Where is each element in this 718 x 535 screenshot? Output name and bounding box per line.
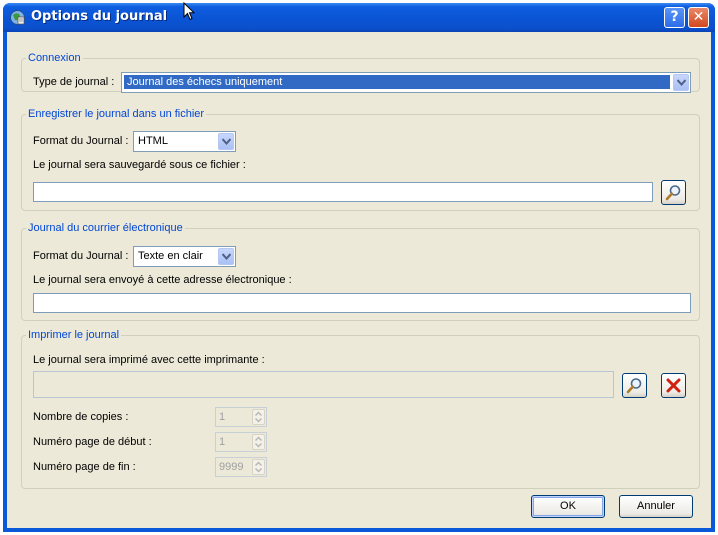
email-format-label: Format du Journal : bbox=[33, 250, 129, 262]
print-legend: Imprimer le journal bbox=[28, 329, 120, 341]
email-format-select[interactable]: Texte en clair bbox=[133, 246, 236, 267]
email-legend: Journal du courrier électronique bbox=[28, 222, 183, 234]
cancel-button[interactable]: Annuler bbox=[619, 495, 693, 518]
file-format-label: Format du Journal : bbox=[33, 135, 129, 147]
file-path-input[interactable] bbox=[33, 182, 653, 202]
copies-value: 1 bbox=[219, 411, 226, 423]
close-button[interactable]: ✕ bbox=[688, 7, 709, 28]
magnifier-icon bbox=[665, 185, 681, 201]
type-select[interactable]: Journal des échecs uniquement bbox=[121, 72, 691, 93]
app-icon bbox=[10, 10, 25, 25]
email-address-label: Le journal sera envoyé à cette adresse é… bbox=[33, 274, 292, 286]
ok-button[interactable]: OK bbox=[531, 495, 605, 518]
spin-updown-icon[interactable] bbox=[252, 434, 265, 450]
spin-updown-icon[interactable] bbox=[252, 409, 265, 425]
end-page-label: Numéro page de fin : bbox=[33, 461, 136, 473]
printer-input[interactable] bbox=[33, 371, 614, 398]
email-format-value: Texte en clair bbox=[138, 250, 203, 262]
chevron-down-icon[interactable] bbox=[218, 133, 234, 150]
browse-printer-button[interactable] bbox=[622, 373, 647, 398]
file-legend: Enregistrer le journal dans un fichier bbox=[28, 108, 205, 120]
start-page-stepper[interactable]: 1 bbox=[215, 432, 267, 452]
copies-label: Nombre de copies : bbox=[33, 411, 129, 423]
file-format-value: HTML bbox=[138, 135, 168, 147]
start-page-value: 1 bbox=[219, 436, 226, 448]
window-title: Options du journal bbox=[31, 9, 168, 24]
help-button[interactable]: ? bbox=[664, 7, 685, 28]
browse-file-button[interactable] bbox=[661, 180, 686, 205]
email-address-input[interactable] bbox=[33, 293, 691, 313]
red-x-icon bbox=[666, 378, 681, 393]
spin-updown-icon[interactable] bbox=[252, 459, 265, 475]
magnifier-icon bbox=[626, 378, 642, 394]
mouse-pointer-icon bbox=[183, 2, 195, 21]
printer-label: Le journal sera imprimé avec cette impri… bbox=[33, 354, 265, 366]
connexion-legend: Connexion bbox=[28, 52, 81, 64]
chevron-down-icon[interactable] bbox=[218, 248, 234, 265]
chevron-down-icon[interactable] bbox=[673, 74, 689, 91]
clear-printer-button[interactable] bbox=[661, 373, 686, 398]
copies-stepper[interactable]: 1 bbox=[215, 407, 267, 427]
start-page-label: Numéro page de début : bbox=[33, 436, 152, 448]
end-page-value: 9999 bbox=[219, 461, 244, 473]
type-select-value: Journal des échecs uniquement bbox=[124, 75, 670, 89]
dialog-body: Connexion Type de journal : Journal des … bbox=[7, 32, 711, 528]
type-label: Type de journal : bbox=[33, 76, 115, 88]
file-path-label: Le journal sera sauvegardé sous ce fichi… bbox=[33, 159, 246, 171]
title-bar[interactable]: Options du journal ? ✕ bbox=[3, 3, 715, 32]
end-page-stepper[interactable]: 9999 bbox=[215, 457, 267, 477]
file-format-select[interactable]: HTML bbox=[133, 131, 236, 152]
dialog-window: Options du journal ? ✕ Connexion Type de… bbox=[3, 3, 715, 532]
